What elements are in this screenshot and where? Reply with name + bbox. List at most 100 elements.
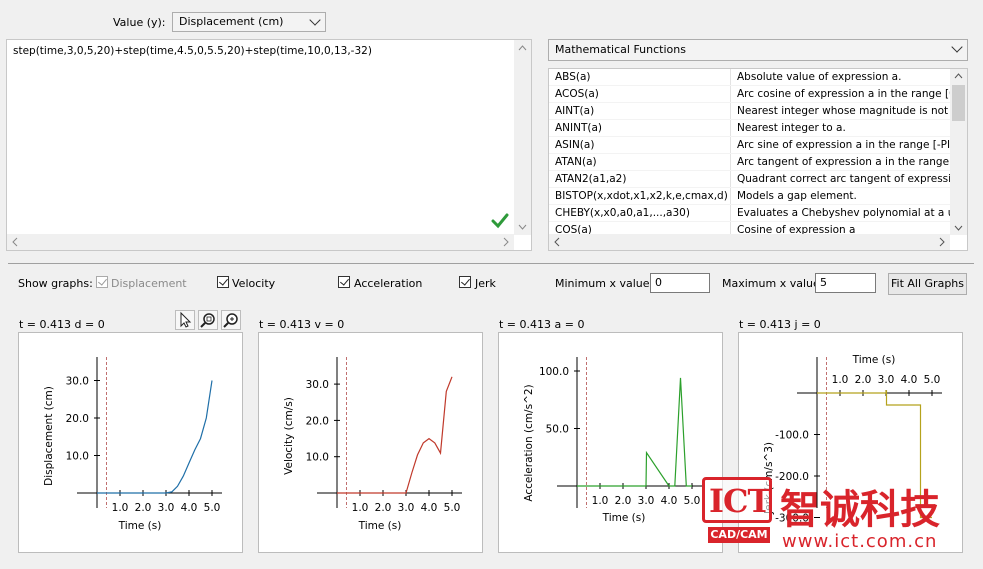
x-tick-label: 1.0: [112, 502, 129, 514]
function-name: ACOS(a): [549, 85, 731, 103]
function-description: Nearest integer to a.: [730, 119, 950, 137]
function-row[interactable]: ABS(a) Absolute value of expression a.: [549, 69, 950, 86]
function-name: ASIN(a): [549, 136, 731, 154]
displacement-readout: t = 0.413 d = 0: [19, 318, 105, 331]
x-tick-label: 1.0: [592, 495, 609, 507]
function-row[interactable]: AINT(a) Nearest integer whose magnitude i…: [549, 102, 950, 120]
function-row[interactable]: ASIN(a) Arc sine of expression a in the r…: [549, 136, 950, 154]
function-description: Evaluates a Chebyshev polynomial at a us: [730, 204, 950, 222]
acceleration-readout: t = 0.413 a = 0: [499, 318, 585, 331]
x-tick-label: 2.0: [135, 502, 152, 514]
function-row[interactable]: ACOS(a) Arc cosine of expression a in the…: [549, 85, 950, 103]
x-tick-label: 2.0: [375, 502, 392, 514]
acceleration-plot: 1.0 2.0 3.0 4.0 5.0 50.0 100.0 Time (s) Accelera…: [523, 357, 702, 524]
function-hscrollbar[interactable]: [549, 234, 950, 250]
max-x-input[interactable]: 5: [815, 273, 876, 293]
function-description: Quadrant correct arc tangent of expressi…: [730, 170, 950, 188]
jerk-readout: t = 0.413 j = 0: [739, 318, 821, 331]
series-line: [337, 376, 453, 494]
min-x-input[interactable]: 0: [650, 273, 710, 293]
scroll-arrows-icon: [518, 45, 527, 230]
x-tick-label: 3.0: [158, 502, 175, 514]
watermark-logo: ICT CAD/CAM 智诚科技 www.ict.com.cn: [700, 475, 980, 565]
function-row[interactable]: BISTOP(x,xdot,x1,x2,k,e,cmax,d) Models a …: [549, 187, 950, 205]
series-line: [97, 380, 213, 494]
x-tick-label: 2.0: [615, 495, 632, 507]
velocity-checkbox-label[interactable]: Velocity: [232, 277, 275, 290]
x-axis-label: Time (s): [852, 354, 896, 366]
function-row[interactable]: ATAN2(a1,a2) Quadrant correct arc tangent…: [549, 170, 950, 188]
displacement-checkbox: [96, 276, 108, 288]
displacement-graph[interactable]: 1.0 2.0 3.0 4.0 5.0 10.0 20.0 30.0 Time (s) Displ…: [18, 332, 243, 553]
displacement-checkbox-label: Displacement: [111, 277, 187, 290]
fit-all-graphs-button[interactable]: Fit All Graphs: [888, 273, 967, 295]
valid-check-icon: [491, 213, 509, 229]
value-type-selected: Displacement (cm): [179, 15, 284, 28]
divider: [8, 263, 974, 264]
acceleration-checkbox[interactable]: [338, 276, 350, 288]
function-row[interactable]: ATAN(a) Arc tangent of expression a in th…: [549, 153, 950, 171]
max-x-label: Maximum x value:: [722, 277, 824, 290]
expression-hscrollbar[interactable]: [7, 234, 514, 250]
watermark-sub: CAD/CAM: [708, 527, 770, 543]
function-description: Absolute value of expression a.: [730, 69, 950, 86]
function-vscrollbar[interactable]: [950, 69, 967, 235]
x-tick-label: 3.0: [398, 502, 415, 514]
function-table: ABS(a) Absolute value of expression a. ACO…: [549, 69, 950, 235]
expression-vscrollbar[interactable]: [514, 40, 531, 235]
series-line: [577, 377, 692, 487]
scroll-arrows-icon: [12, 237, 509, 247]
function-category-dropdown[interactable]: Mathematical Functions: [548, 39, 968, 61]
y-tick-label: 20.0: [66, 413, 89, 425]
velocity-plot: 1.0 2.0 3.0 4.0 5.0 10.0 20.0 30.0 Time (s) Veloc…: [283, 357, 462, 532]
x-tick-label: 5.0: [444, 502, 461, 514]
scroll-arrows-icon: [954, 73, 963, 231]
x-axis-label: Time (s): [358, 520, 402, 532]
function-description: Cosine of expression a: [730, 221, 950, 235]
function-row[interactable]: ANINT(a) Nearest integer to a.: [549, 119, 950, 137]
acceleration-graph[interactable]: 1.0 2.0 3.0 4.0 5.0 50.0 100.0 Time (s) Accelera…: [498, 332, 723, 553]
watermark-url: www.ict.com.cn: [782, 531, 938, 552]
y-tick-label: 30.0: [66, 376, 89, 388]
select-tool-button[interactable]: [175, 310, 195, 330]
value-type-dropdown[interactable]: Displacement (cm): [172, 12, 326, 32]
function-name: AINT(a): [549, 102, 731, 120]
velocity-graph[interactable]: 1.0 2.0 3.0 4.0 5.0 10.0 20.0 30.0 Time (s) Veloc…: [258, 332, 483, 553]
function-list[interactable]: ABS(a) Absolute value of expression a. ACO…: [548, 68, 968, 251]
y-axis-label: Velocity (cm/s): [283, 397, 295, 475]
zoom-box-icon: [200, 313, 215, 328]
velocity-readout: t = 0.413 v = 0: [259, 318, 345, 331]
function-description: Arc tangent of expression a in the range…: [730, 153, 950, 171]
function-description: Arc cosine of expression a in the range …: [730, 85, 950, 103]
function-name: BISTOP(x,xdot,x1,x2,k,e,cmax,d): [549, 187, 731, 205]
x-tick-label: 3.0: [638, 495, 655, 507]
acceleration-checkbox-label[interactable]: Acceleration: [354, 277, 422, 290]
function-row[interactable]: CHEBY(x,x0,a0,a1,...,a30) Evaluates a Che…: [549, 204, 950, 222]
zoom-box-tool-button[interactable]: [198, 310, 218, 330]
x-axis-label: Time (s): [118, 520, 162, 532]
x-tick-label: 4.0: [421, 502, 438, 514]
function-name: COS(a): [549, 221, 731, 235]
expression-text[interactable]: step(time,3,0,5,20)+step(time,4.5,0,5.5,…: [13, 45, 372, 57]
function-name: ABS(a): [549, 69, 731, 86]
y-tick-label: 10.0: [66, 451, 89, 463]
y-tick-label: 100.0: [539, 366, 569, 378]
y-axis-label: Displacement (cm): [43, 386, 55, 486]
show-graphs-label: Show graphs:: [18, 277, 93, 290]
velocity-checkbox[interactable]: [217, 276, 229, 288]
x-tick-label: 2.0: [855, 374, 872, 386]
scroll-arrows-icon: [554, 237, 945, 247]
y-tick-label: 30.0: [306, 379, 329, 391]
function-name: CHEBY(x,x0,a0,a1,...,a30): [549, 204, 731, 222]
jerk-checkbox[interactable]: [459, 276, 471, 288]
y-tick-label: 20.0: [306, 415, 329, 427]
function-name: ATAN2(a1,a2): [549, 170, 731, 188]
function-row[interactable]: COS(a) Cosine of expression a: [549, 221, 950, 235]
jerk-checkbox-label[interactable]: Jerk: [475, 277, 496, 290]
expression-editor[interactable]: step(time,3,0,5,20)+step(time,4.5,0,5.5,…: [6, 39, 532, 251]
y-tick-label: 50.0: [546, 424, 569, 436]
chevron-down-icon: [309, 14, 321, 26]
x-tick-label: 1.0: [832, 374, 849, 386]
y-tick-label: -100.0: [775, 430, 809, 442]
zoom-tool-button[interactable]: [221, 310, 241, 330]
